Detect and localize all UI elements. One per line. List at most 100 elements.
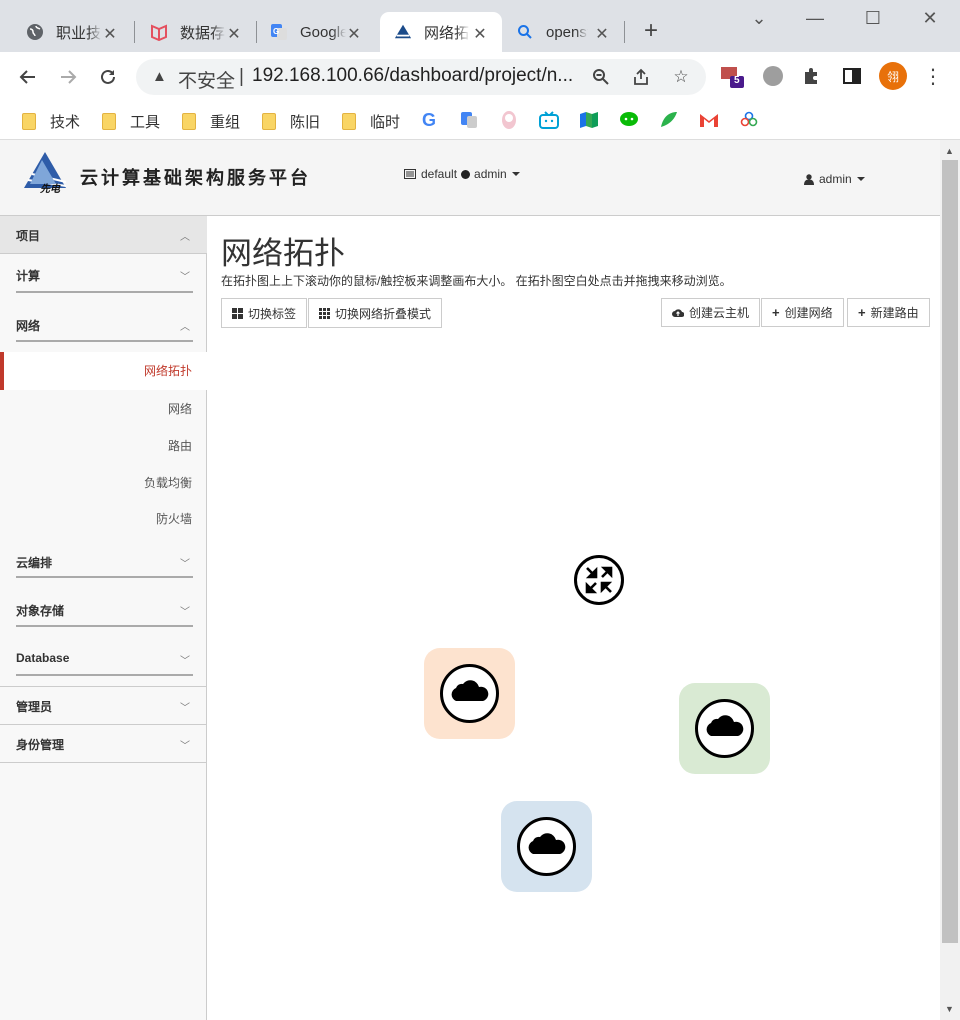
bookmark-folder[interactable]: 工具 <box>102 109 160 133</box>
dashboard: 先电 云计算基础架构服务平台 default admin admin 项目 ︿ … <box>0 140 940 1020</box>
translate-icon[interactable] <box>459 110 479 130</box>
tab-close-icon[interactable]: ✕ <box>102 24 118 44</box>
scroll-up-icon[interactable]: ▲ <box>945 146 954 156</box>
tab-search-icon[interactable]: ⌄ <box>744 8 774 29</box>
sidebar-section-orchestration[interactable]: 云编排 ﹀ <box>0 544 207 584</box>
tab-0[interactable]: 职业技能 ✕ <box>0 12 132 52</box>
network-node[interactable] <box>424 648 515 739</box>
address-bar[interactable]: ▲ 不安全 | 192.168.100.66/dashboard/project… <box>136 59 706 95</box>
folder-icon <box>22 112 36 130</box>
create-router-button[interactable]: + 新建路由 <box>847 298 930 327</box>
chevron-down-icon: ﹀ <box>180 703 190 714</box>
page-scrollbar[interactable]: ▲ ▼ <box>940 140 960 1020</box>
bookmark-folder[interactable]: 陈旧 <box>262 109 320 133</box>
translate-icon: G <box>270 23 288 41</box>
google-icon[interactable]: G <box>419 110 439 130</box>
brand-title: 云计算基础架构服务平台 <box>80 168 311 189</box>
list-icon <box>404 169 416 179</box>
folder-icon <box>182 112 196 130</box>
zoom-icon[interactable] <box>590 66 612 88</box>
plus-icon: + <box>772 305 780 320</box>
bird-icon[interactable] <box>659 110 679 130</box>
gmail-icon[interactable] <box>699 110 719 130</box>
user-menu[interactable]: admin <box>804 172 865 186</box>
tab-2[interactable]: G Google ✕ <box>244 12 376 52</box>
app-header: 先电 云计算基础架构服务平台 default admin admin <box>0 140 940 216</box>
project-switcher[interactable]: default admin <box>404 167 520 181</box>
sidebar-section-identity[interactable]: 身份管理 ﹀ <box>0 725 207 763</box>
tab-close-icon[interactable]: ✕ <box>594 24 610 44</box>
toggle-collapse-button[interactable]: 切换网络折叠模式 <box>308 298 443 328</box>
scroll-down-icon[interactable]: ▼ <box>945 1004 954 1014</box>
sidebar-item-networks[interactable]: 网络 <box>0 400 207 417</box>
sidebar-item-firewalls[interactable]: 防火墙 <box>0 510 207 527</box>
close-window-button[interactable]: ✕ <box>915 8 945 29</box>
logo-text: 先电 <box>40 184 60 195</box>
new-tab-button[interactable]: + <box>640 19 662 43</box>
sidebar-section-network[interactable]: 网络 ︿ <box>0 303 207 343</box>
tab-close-icon[interactable]: ✕ <box>472 24 488 44</box>
tab-3[interactable]: 网络拓扑 ✕ <box>380 12 502 52</box>
sidebar-item-load-balancers[interactable]: 负载均衡 <box>0 474 207 491</box>
wechat-icon[interactable] <box>619 110 639 130</box>
divider <box>16 625 193 627</box>
bookmark-folder[interactable]: 临时 <box>342 109 400 133</box>
grid-small-icon <box>319 307 330 319</box>
network-node[interactable] <box>501 801 592 892</box>
svg-text:G: G <box>273 27 279 36</box>
warning-icon[interactable]: ▲ <box>152 68 167 85</box>
puzzle-icon[interactable] <box>800 64 824 88</box>
bookmark-star-icon[interactable]: ☆ <box>670 66 692 88</box>
create-instance-button[interactable]: 创建云主机 <box>661 298 761 327</box>
create-network-button[interactable]: + 创建网络 <box>761 298 844 327</box>
minimize-button[interactable]: — <box>800 8 830 29</box>
forward-button[interactable] <box>54 63 82 91</box>
browser-toolbar: ▲ 不安全 | 192.168.100.66/dashboard/project… <box>0 52 960 102</box>
anime-avatar-icon[interactable] <box>499 110 519 130</box>
sidebar-section-compute[interactable]: 计算 ﹀ <box>0 254 207 294</box>
divider <box>16 291 193 293</box>
profile-avatar[interactable]: 翎 <box>879 62 907 90</box>
bookmarks-bar: 技术 工具 重组 陈旧 临时 G <box>0 102 960 140</box>
topology-canvas[interactable] <box>207 330 940 1020</box>
tab-close-icon[interactable]: ✕ <box>346 24 362 44</box>
cloud-upload-icon <box>672 308 684 317</box>
router-icon <box>574 555 624 605</box>
chevron-down-icon: ﹀ <box>180 741 190 752</box>
arrow-right-icon <box>61 70 77 84</box>
toggle-labels-button[interactable]: 切换标签 <box>221 298 308 328</box>
globe-icon <box>26 23 44 41</box>
scrollbar-thumb[interactable] <box>942 160 958 943</box>
divider <box>16 576 193 578</box>
map-icon[interactable] <box>579 110 599 130</box>
tab-close-icon[interactable]: ✕ <box>226 24 242 44</box>
share-icon[interactable] <box>630 66 652 88</box>
extension-circle-icon[interactable] <box>761 64 785 88</box>
caret-down-icon <box>856 177 865 181</box>
menu-dots-icon[interactable]: ⋮ <box>921 64 945 88</box>
user-icon <box>804 173 814 185</box>
back-button[interactable] <box>14 63 42 91</box>
network-node[interactable] <box>679 683 770 774</box>
sidebar-section-admin[interactable]: 管理员 ﹀ <box>0 687 207 725</box>
bookmark-folder[interactable]: 技术 <box>22 109 80 133</box>
url-text[interactable]: 192.168.100.66/dashboard/project/n... <box>252 65 573 87</box>
side-panel-icon[interactable] <box>840 64 864 88</box>
reload-button[interactable] <box>94 63 122 91</box>
chevron-up-icon: ︿ <box>180 232 190 243</box>
extension-badge-icon[interactable]: 5 <box>720 64 744 88</box>
divider <box>16 674 193 676</box>
logo[interactable]: 先电 <box>20 150 70 196</box>
bookmark-folder[interactable]: 重组 <box>182 109 240 133</box>
sidebar-item-routers[interactable]: 路由 <box>0 437 207 454</box>
maximize-button[interactable]: ☐ <box>858 8 888 29</box>
security-label[interactable]: 不安全 <box>178 66 235 93</box>
clover-icon[interactable] <box>739 110 759 130</box>
router-node[interactable] <box>574 555 624 605</box>
tab-4[interactable]: openstack ✕ <box>500 12 624 52</box>
tab-1[interactable]: 数据存储 ✕ <box>124 12 256 52</box>
sidebar-section-project[interactable]: 项目 ︿ <box>0 216 207 254</box>
sidebar-item-network-topology[interactable]: 网络拓扑 <box>0 352 207 390</box>
arrow-left-icon <box>19 70 35 84</box>
bilibili-icon[interactable] <box>539 110 559 130</box>
